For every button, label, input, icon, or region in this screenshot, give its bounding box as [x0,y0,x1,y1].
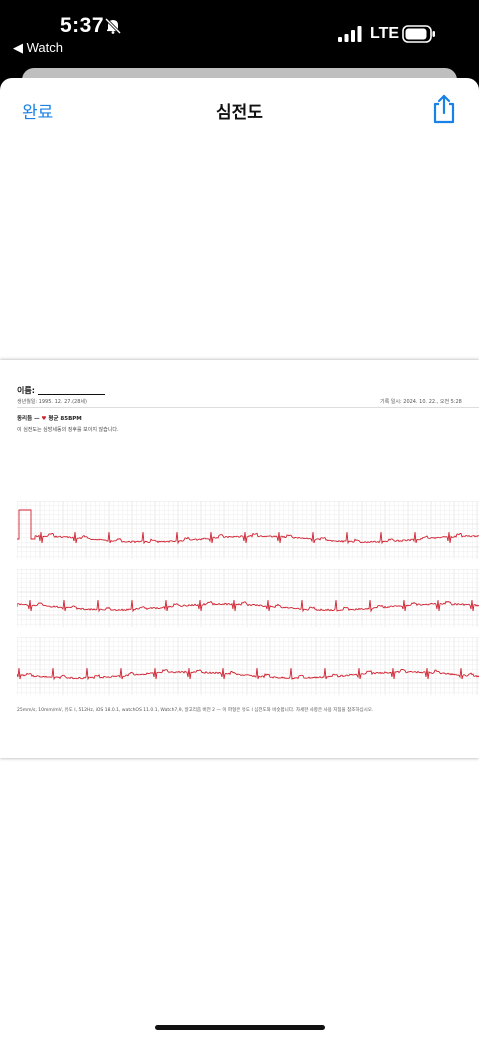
ecg-report-document: 이름: 생년월일: 1995. 12. 27.(28세) 기록 일시: 2024… [0,360,479,758]
recorded-at: 기록 일시: 2024. 10. 22., 오전 5:28 [380,399,462,405]
bell-slash-icon [104,17,122,35]
battery-icon [402,25,435,43]
heart-icon: ♥ [41,416,47,422]
birth-info: 생년월일: 1995. 12. 27.(28세) [17,399,87,405]
report-footer: 25mm/s, 10mm/mV, 유도 I, 512Hz, iOS 18.0.1… [17,708,374,713]
status-bar: 5:37 ◀ Watch LTE [0,0,479,62]
ecg-strip-2 [17,569,479,627]
status-time: 5:37 [60,14,105,37]
home-indicator[interactable] [155,1025,325,1030]
ecg-trace-3 [17,637,479,695]
share-icon[interactable] [431,94,457,124]
ecg-strip-1 [17,501,479,559]
carrier-label: LTE [370,25,400,42]
name-blank-line [38,394,105,395]
ecg-strip-3 [17,637,479,695]
back-to-watch-link[interactable]: ◀ Watch [13,40,63,56]
ecg-trace-2 [17,569,479,627]
doc-divider [17,407,479,408]
name-label: 이름: [17,386,35,395]
result-description: 이 심전도는 심방세동의 징후를 보이지 않습니다. [17,427,119,433]
rhythm-result: 동리듬 — ♥ 평균 85BPM [17,414,82,422]
rhythm-label: 동리듬 — [17,416,42,422]
sheet-title: 심전도 [216,103,263,123]
ecg-trace-1 [17,501,479,559]
ecg-sheet: 완료 심전도 이름: 생년월일: 1995. 12. 27.(28세) 기록 일… [0,78,479,1040]
signal-icon [338,26,362,42]
average-bpm: 평균 85BPM [48,416,82,422]
